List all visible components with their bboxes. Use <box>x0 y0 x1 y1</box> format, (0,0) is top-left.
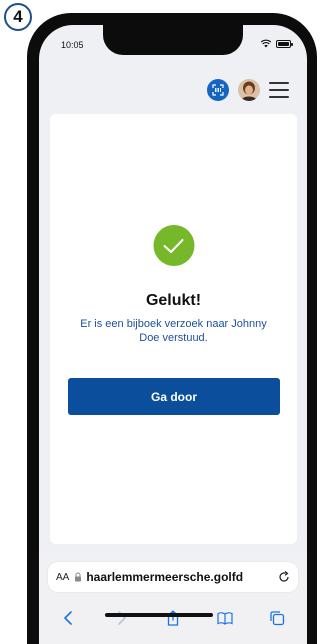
tabs-icon[interactable] <box>269 610 285 626</box>
status-time: 10:05 <box>61 40 84 50</box>
phone-frame: 10:05 Gelukt! Er is een bijboek verzoek … <box>27 13 317 644</box>
menu-icon[interactable] <box>269 82 289 98</box>
bookmarks-icon[interactable] <box>217 610 233 626</box>
back-icon[interactable] <box>61 610 77 626</box>
confirmation-title: Gelukt! <box>145 292 202 309</box>
avatar[interactable] <box>238 79 260 101</box>
notch <box>103 25 243 55</box>
browser-toolbar <box>39 606 307 630</box>
confirmation-card: Gelukt! Er is een bijboek verzoek naar J… <box>50 114 297 544</box>
lock-icon <box>75 572 82 582</box>
browser-bar: AA haarlemmermeersche.golfd <box>39 552 307 644</box>
phone-screen: 10:05 Gelukt! Er is een bijboek verzoek … <box>39 25 307 644</box>
scan-icon <box>212 84 224 96</box>
battery-icon <box>276 39 293 48</box>
step-number-badge: 4 <box>4 3 32 31</box>
wifi-icon <box>261 39 271 48</box>
scan-button[interactable] <box>207 79 229 101</box>
home-indicator <box>104 613 213 617</box>
url-field[interactable]: AA haarlemmermeersche.golfd <box>48 562 298 592</box>
avatar-image <box>238 79 260 101</box>
reload-icon[interactable] <box>278 571 290 583</box>
app-header-actions <box>207 79 289 101</box>
url-text: haarlemmermeersche.golfd <box>86 570 244 584</box>
continue-button[interactable]: Ga door <box>68 378 280 415</box>
text-size-button[interactable]: AA <box>56 572 69 583</box>
confirmation-message: Er is een bijboek verzoek naar Johnny Do… <box>80 318 267 344</box>
success-check-icon <box>153 225 194 266</box>
status-icons <box>261 39 293 48</box>
